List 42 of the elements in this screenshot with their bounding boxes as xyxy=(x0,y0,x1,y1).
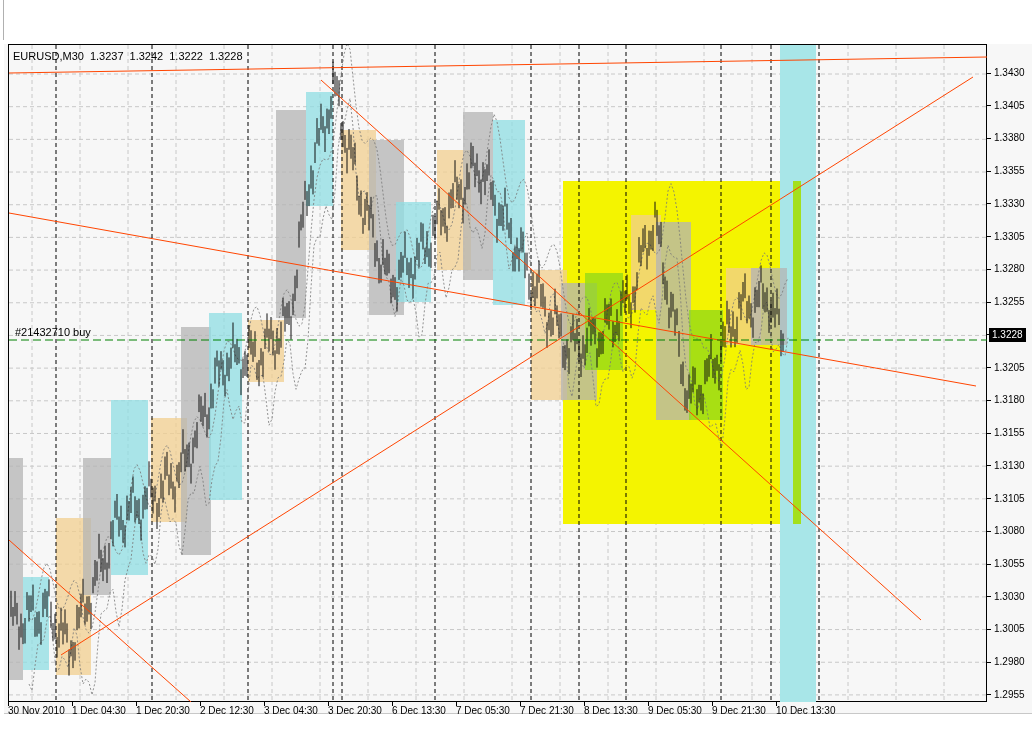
price-label: 1.3305 xyxy=(994,231,1025,242)
symbol-label: EURUSD,M30 xyxy=(13,49,84,64)
price-label: 1.3055 xyxy=(994,559,1025,569)
trend-line[interactable] xyxy=(9,212,977,387)
quote-value: 1.3237 xyxy=(89,49,124,64)
price-label: 1.3155 xyxy=(994,428,1025,439)
time-label: 3 Dec 04:30 xyxy=(264,706,318,716)
time-label: 10 Dec 13:30 xyxy=(776,706,836,716)
price-label: 1.3080 xyxy=(994,526,1025,537)
price-label: 1.3130 xyxy=(994,460,1025,471)
time-label: 7 Dec 05:30 xyxy=(456,706,510,716)
order-label: #21432710 buy xyxy=(15,327,91,338)
trend-line[interactable] xyxy=(9,539,192,702)
price-label: 1.3280 xyxy=(994,264,1025,275)
price-label: 1.3355 xyxy=(994,166,1025,177)
time-label: 9 Dec 05:30 xyxy=(648,706,702,716)
quote-value: 1.3228 xyxy=(208,49,243,64)
trend-line[interactable] xyxy=(320,79,922,621)
price-label: 1.3105 xyxy=(994,493,1025,504)
price-label: 1.3380 xyxy=(994,133,1025,144)
price-label: 1.3255 xyxy=(994,297,1025,308)
quote-value: 1.3222 xyxy=(169,49,203,64)
quote-value: 1.3242 xyxy=(129,49,164,64)
time-label: 2 Dec 12:30 xyxy=(200,706,254,716)
time-label: 6 Dec 13:30 xyxy=(392,706,446,716)
time-label: 1 Dec 20:30 xyxy=(136,706,190,716)
time-label: 30 Nov 2010 xyxy=(8,706,65,716)
time-label: 1 Dec 04:30 xyxy=(72,706,126,716)
current-price-tag: 1.3228 xyxy=(989,327,1026,342)
price-label: 1.3405 xyxy=(994,100,1025,111)
price-label: 1.3205 xyxy=(994,362,1025,373)
price-label: 1.3005 xyxy=(994,624,1025,635)
price-label: 1.3430 xyxy=(994,68,1025,78)
price-label: 1.2980 xyxy=(994,657,1025,668)
price-label: 1.3030 xyxy=(994,591,1025,602)
time-label: 7 Dec 21:30 xyxy=(520,706,574,716)
time-label: 8 Dec 13:30 xyxy=(584,706,638,716)
price-label: 1.2955 xyxy=(994,689,1025,700)
price-label: 1.3330 xyxy=(994,198,1025,209)
price-label: 1.3180 xyxy=(994,395,1025,406)
time-label: 9 Dec 21:30 xyxy=(712,706,766,716)
time-label: 3 Dec 20:30 xyxy=(328,706,382,716)
